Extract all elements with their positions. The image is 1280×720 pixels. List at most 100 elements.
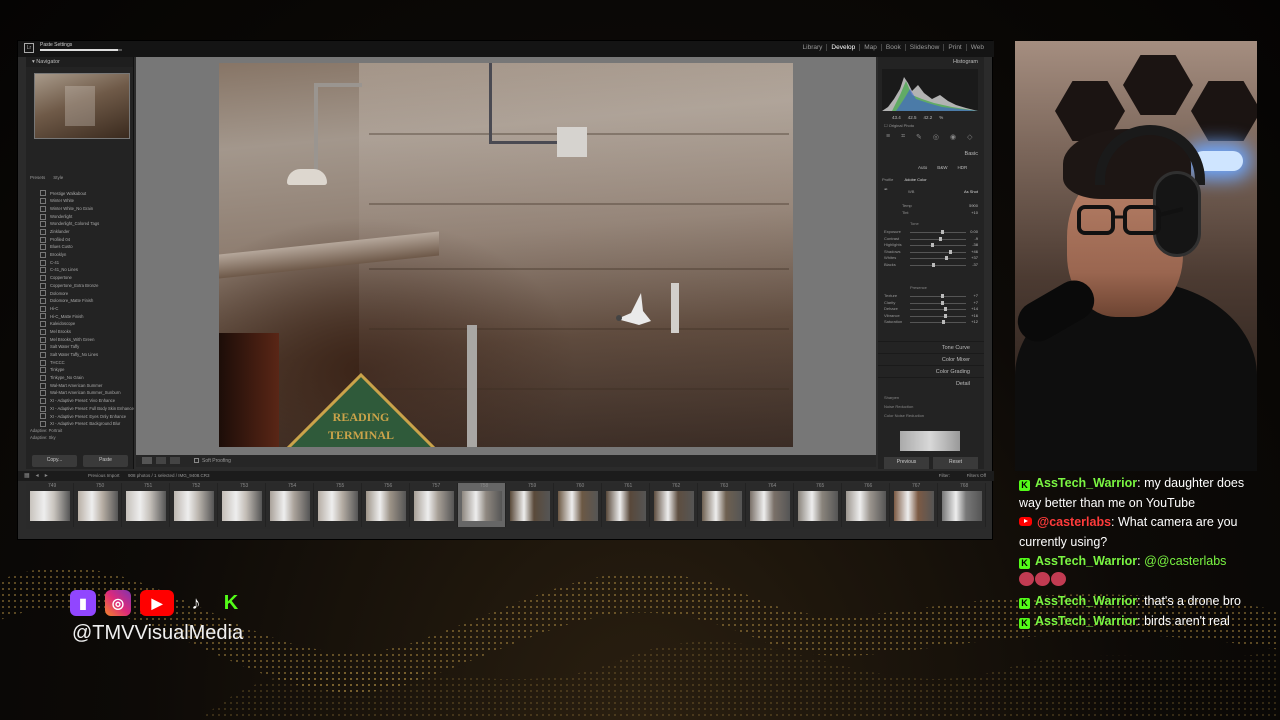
copy-button[interactable]: Copy...: [32, 455, 77, 467]
reset-button[interactable]: Reset: [933, 457, 978, 469]
filmstrip-thumbnail[interactable]: 762: [650, 483, 698, 527]
slider-knob[interactable]: [941, 294, 945, 298]
slider-knob[interactable]: [943, 307, 947, 311]
white-balance-eyedropper-icon[interactable]: ✒: [884, 187, 888, 193]
crop-icon[interactable]: ⌗: [901, 133, 905, 141]
slider-value[interactable]: +7: [973, 300, 978, 305]
filmstrip-thumbnail[interactable]: 752: [170, 483, 218, 527]
filmstrip-thumbnail[interactable]: 755: [314, 483, 362, 527]
preset-group[interactable]: Adaptive: Sky: [26, 434, 134, 441]
slider-knob[interactable]: [939, 236, 943, 241]
preset-item[interactable]: XI - Adaptive Preset: Eyes Only Enhance: [26, 412, 134, 420]
detail-preview-thumbnail[interactable]: [900, 431, 960, 451]
slider-track[interactable]: [910, 302, 966, 304]
filmstrip-thumbnail[interactable]: 767: [890, 483, 938, 527]
slider-knob[interactable]: [932, 262, 936, 267]
filmstrip-thumbnail[interactable]: 764: [746, 483, 794, 527]
preset-item[interactable]: Coppertone: [26, 274, 134, 282]
masking-icon[interactable]: ◎: [933, 133, 939, 141]
preset-item[interactable]: Zinklander: [26, 227, 134, 235]
slider-knob[interactable]: [949, 249, 953, 254]
preset-item[interactable]: Coppertone_Extra Bronze: [26, 281, 134, 289]
slider-knob[interactable]: [941, 300, 945, 305]
slider-track[interactable]: [910, 245, 966, 246]
soft-proofing-checkbox[interactable]: [194, 458, 199, 463]
tint-value[interactable]: +10: [971, 210, 978, 215]
navigator-header[interactable]: ▾ Navigator: [26, 57, 133, 67]
slider-value[interactable]: +46: [971, 249, 978, 254]
grid-view-icon[interactable]: ▦: [24, 472, 30, 479]
preset-item[interactable]: Kaleidoscope: [26, 320, 134, 328]
detail-sharpen[interactable]: Sharpen: [884, 393, 924, 402]
preset-item[interactable]: Salt Water Taffy_No Lines: [26, 350, 134, 358]
preset-item[interactable]: C-41_No Lines: [26, 266, 134, 274]
filmstrip-thumbnail[interactable]: 757: [410, 483, 458, 527]
preset-item[interactable]: Wonderlight_Colored Tags: [26, 220, 134, 228]
slider-track[interactable]: [910, 309, 966, 310]
filmstrip-thumbnail[interactable]: 758: [458, 483, 506, 527]
paste-button[interactable]: Paste: [83, 455, 128, 467]
slider-track[interactable]: [910, 315, 966, 317]
navigator-preview[interactable]: [34, 73, 130, 139]
chat-username[interactable]: AssTech_Warrior: [1035, 554, 1137, 568]
before-after-icon[interactable]: [156, 457, 166, 464]
preset-item[interactable]: Wal-Mart American Summer: [26, 381, 134, 389]
chat-username[interactable]: AssTech_Warrior: [1035, 594, 1137, 608]
slider-track[interactable]: [910, 264, 966, 266]
slider-value[interactable]: -37: [972, 262, 978, 267]
preset-item[interactable]: Winter White_No Grain: [26, 204, 134, 212]
preset-item[interactable]: XI - Adaptive Preset: Background Blur: [26, 420, 134, 428]
filmstrip-thumbnail[interactable]: 765: [794, 483, 842, 527]
edit-sliders-icon[interactable]: ≡: [886, 133, 890, 141]
preset-item[interactable]: XI - Adaptive Preset: Vivo Enhance: [26, 397, 134, 405]
preset-item[interactable]: Dolomore: [26, 289, 134, 297]
treatment-hdr[interactable]: HDR: [958, 165, 968, 170]
module-web[interactable]: Web: [965, 44, 988, 51]
red-eye-icon[interactable]: ◉: [950, 133, 956, 141]
module-slideshow[interactable]: Slideshow: [904, 44, 944, 51]
preset-item[interactable]: Wal-Mart American Summer_Sunburn: [26, 389, 134, 397]
filmstrip-thumbnail[interactable]: 753: [218, 483, 266, 527]
section-tone-curve[interactable]: Tone Curve: [878, 341, 984, 353]
tab-style[interactable]: Style: [53, 175, 63, 180]
slider-value[interactable]: -9: [974, 236, 978, 241]
filmstrip-thumbnail[interactable]: 761: [602, 483, 650, 527]
original-photo-checkbox[interactable]: ☐ Original Photo: [884, 123, 914, 128]
section-color-mixer[interactable]: Color Mixer: [878, 353, 984, 365]
preset-item[interactable]: THCCC: [26, 358, 134, 366]
preset-item[interactable]: Winter White: [26, 197, 134, 205]
presets-icon[interactable]: ◇: [967, 133, 972, 141]
slider-track[interactable]: [910, 258, 966, 259]
slider-knob[interactable]: [942, 320, 946, 324]
compare-icon[interactable]: [170, 457, 180, 464]
slider-value[interactable]: +14: [971, 306, 978, 311]
slider-track[interactable]: [910, 322, 966, 323]
slider-track[interactable]: [910, 238, 966, 240]
preset-item[interactable]: Hi-C: [26, 304, 134, 312]
detail-color-noise[interactable]: Color Noise Reduction: [884, 411, 924, 420]
preset-item[interactable]: Prestige Walkabout: [26, 189, 134, 197]
filmstrip-thumbnail[interactable]: 751: [122, 483, 170, 527]
filmstrip-thumbnail[interactable]: 766: [842, 483, 890, 527]
chat-username[interactable]: AssTech_Warrior: [1035, 476, 1137, 490]
healing-icon[interactable]: ✎: [916, 133, 922, 141]
preset-item[interactable]: Wonderlight: [26, 212, 134, 220]
preset-item[interactable]: C-41: [26, 258, 134, 266]
filmstrip-thumbnail[interactable]: 756: [362, 483, 410, 527]
filmstrip-thumbnail[interactable]: 768: [938, 483, 986, 527]
preset-item[interactable]: XI - Adaptive Preset: Full Body Skin Enh…: [26, 404, 134, 412]
slider-value[interactable]: +16: [971, 313, 978, 318]
preset-item[interactable]: Tinkype_No Grain: [26, 374, 134, 382]
preset-item[interactable]: Profiled 04: [26, 235, 134, 243]
preset-item[interactable]: Hi-C_Matte Finish: [26, 312, 134, 320]
filmstrip-thumbnail[interactable]: 754: [266, 483, 314, 527]
treatment-auto[interactable]: Auto: [918, 165, 927, 170]
preset-item[interactable]: Dolomore_Matte Finish: [26, 297, 134, 305]
loupe-view-icon[interactable]: [142, 457, 152, 464]
slider-blacks[interactable]: Blacks -37: [884, 262, 978, 269]
module-map[interactable]: Map: [859, 44, 881, 51]
slider-value[interactable]: 0.00: [970, 229, 978, 234]
slider-knob[interactable]: [931, 243, 935, 247]
slider-knob[interactable]: [943, 313, 947, 318]
section-detail[interactable]: Detail: [878, 377, 984, 389]
